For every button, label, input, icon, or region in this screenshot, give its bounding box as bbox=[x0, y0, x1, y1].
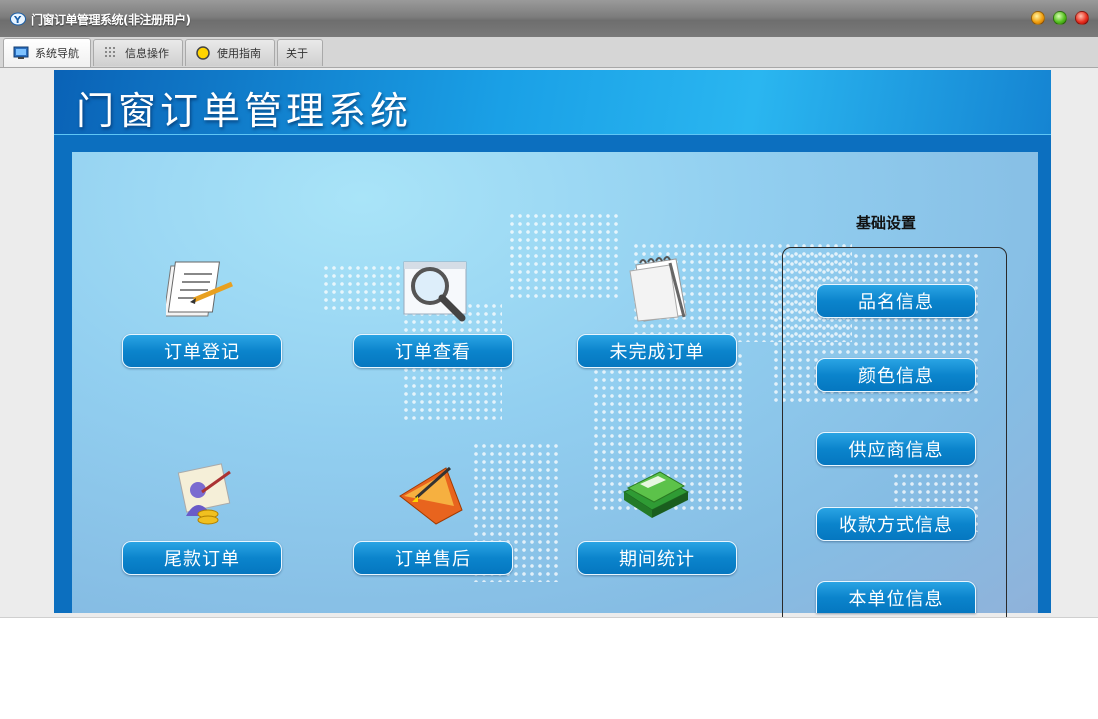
unfinished-orders-button[interactable]: 未完成订单 bbox=[577, 334, 737, 368]
map-dots-decoration bbox=[322, 264, 412, 314]
svg-text:Y: Y bbox=[13, 15, 22, 26]
notepad-icon[interactable] bbox=[624, 255, 694, 323]
company-info-button[interactable]: 本单位信息 bbox=[816, 581, 976, 613]
after-sales-button[interactable]: 订单售后 bbox=[353, 541, 513, 575]
color-info-button[interactable]: 颜色信息 bbox=[816, 358, 976, 392]
order-register-button[interactable]: 订单登记 bbox=[122, 334, 282, 368]
page-title: 门窗订单管理系统 bbox=[76, 89, 413, 133]
title-bar[interactable]: Y 门窗订单管理系统(非注册用户) bbox=[0, 0, 1098, 38]
close-button[interactable] bbox=[1075, 11, 1089, 25]
after-sales-icon[interactable] bbox=[396, 462, 468, 528]
map-dots-decoration bbox=[508, 212, 618, 302]
tab-about[interactable]: 关于 bbox=[277, 39, 323, 66]
app-window: Y 门窗订单管理系统(非注册用户) 系统导航 信息操作 使用指南 关于 门窗订单… bbox=[0, 0, 1098, 618]
product-name-info-button[interactable]: 品名信息 bbox=[816, 284, 976, 318]
tab-info-ops[interactable]: 信息操作 bbox=[93, 39, 183, 66]
period-stats-icon[interactable] bbox=[620, 462, 692, 522]
maximize-button[interactable] bbox=[1053, 11, 1067, 25]
balance-order-icon[interactable] bbox=[168, 462, 240, 528]
payment-method-info-button[interactable]: 收款方式信息 bbox=[816, 507, 976, 541]
tab-label: 关于 bbox=[286, 47, 308, 60]
settings-title: 基础设置 bbox=[856, 214, 917, 232]
tab-bar: 系统导航 信息操作 使用指南 关于 bbox=[0, 37, 1098, 68]
period-stats-button[interactable]: 期间统计 bbox=[577, 541, 737, 575]
tab-user-guide[interactable]: 使用指南 bbox=[185, 39, 275, 66]
app-logo-icon: Y bbox=[10, 12, 26, 26]
window-title: 门窗订单管理系统(非注册用户) bbox=[31, 13, 191, 27]
guide-icon bbox=[196, 46, 210, 60]
tab-label: 使用指南 bbox=[217, 47, 261, 60]
order-view-button[interactable]: 订单查看 bbox=[353, 334, 513, 368]
banner-header: 门窗订单管理系统 bbox=[54, 70, 1051, 135]
balance-orders-button[interactable]: 尾款订单 bbox=[122, 541, 282, 575]
supplier-info-button[interactable]: 供应商信息 bbox=[816, 432, 976, 466]
tab-system-nav[interactable]: 系统导航 bbox=[3, 38, 91, 67]
monitor-icon bbox=[13, 46, 29, 59]
grid-icon bbox=[105, 47, 115, 57]
tab-label: 系统导航 bbox=[35, 47, 79, 60]
minimize-button[interactable] bbox=[1031, 11, 1045, 25]
tab-label: 信息操作 bbox=[125, 47, 169, 60]
order-register-icon[interactable] bbox=[166, 258, 238, 322]
magnifier-icon[interactable] bbox=[400, 258, 472, 322]
